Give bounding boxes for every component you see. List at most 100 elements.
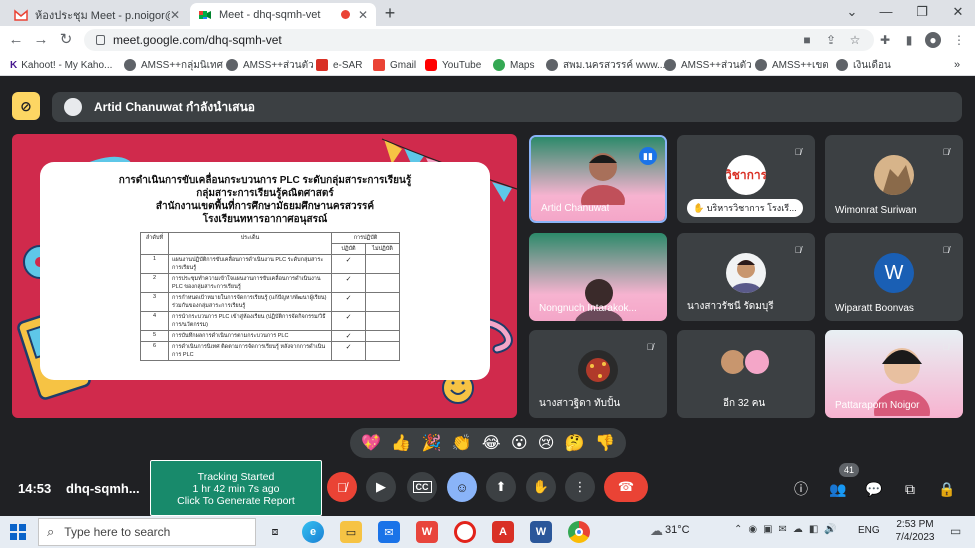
opera-browser-icon[interactable] <box>454 521 476 543</box>
reaction-laugh-button[interactable]: 😂 <box>482 433 501 453</box>
bookmark-item[interactable]: สพม.นครสวรรค์ www.... <box>546 57 668 73</box>
close-window-button[interactable]: ✕ <box>940 2 975 22</box>
participant-logo: วิชาการ <box>726 155 766 195</box>
system-tray-icons[interactable]: ⌃◉▣✉☁◧🔊 <box>734 524 843 535</box>
presentation-screen[interactable]: การดำเนินการขับเคลื่อนกระบวนการ PLC ระดั… <box>12 134 517 418</box>
bookmark-item[interactable]: AMSS++กลุ่มนิเทศ <box>124 57 223 73</box>
taskbar-search-input[interactable]: ⌕ Type here to search <box>38 518 256 546</box>
captions-button[interactable]: CC <box>407 472 437 502</box>
gmail-icon <box>373 59 385 71</box>
reactions-bar: 💖 👍 🎉 👏 😂 😮 😢 🤔 👎 <box>350 428 626 458</box>
participant-tile-more[interactable]: อีก 32 คน <box>677 330 815 418</box>
chrome-icon[interactable] <box>568 521 590 543</box>
share-icon[interactable]: ⇪ <box>823 32 839 48</box>
more-participants-label: อีก 32 คน <box>723 398 766 409</box>
participant-tile[interactable]: 🎙̸ W Wiparatt Boonvas <box>825 233 963 321</box>
weather-cloud-icon[interactable]: ☁ <box>650 523 663 539</box>
chat-button[interactable]: 💬 <box>863 478 885 500</box>
reaction-sad-button[interactable]: 😢 <box>538 433 555 453</box>
meet-header: ⊘ Artid Chanuwat กำลังนำเสนอ <box>0 76 975 126</box>
bookmark-item[interactable]: เงินเดือน <box>836 57 891 73</box>
taskbar-clock[interactable]: 2:53 PM 7/4/2023 <box>890 518 940 544</box>
edge-browser-icon[interactable]: e <box>302 521 324 543</box>
forward-arrow-icon[interactable]: → <box>31 30 51 50</box>
participant-tile[interactable]: 🎙̸ วิชาการ ✋ บริหารวิชาการ โรงเรี... <box>677 135 815 223</box>
activities-button[interactable]: ⧉ <box>899 478 921 500</box>
present-screen-button[interactable]: ⬆ <box>486 472 516 502</box>
new-tab-button[interactable]: + <box>380 3 400 24</box>
emoji-reactions-button[interactable]: ☺ <box>447 472 477 502</box>
table-row: 3 การกำหนดเป้าหมายในการจัดการเรียนรู้ (แก… <box>140 292 400 312</box>
input-language[interactable]: ENG <box>858 525 880 536</box>
reload-icon[interactable]: ↻ <box>56 30 76 50</box>
leave-call-button[interactable]: ☎ <box>604 472 648 502</box>
close-tab-icon[interactable]: ✕ <box>358 8 368 22</box>
reaction-thinking-button[interactable]: 🤔 <box>565 433 585 453</box>
bookmark-item[interactable]: YouTube <box>425 57 481 73</box>
word-icon[interactable]: W <box>530 521 552 543</box>
url-text: meet.google.com/dhq-sqmh-vet <box>113 33 282 47</box>
reaction-surprised-button[interactable]: 😮 <box>511 433 528 453</box>
participant-tile[interactable]: 🎙̸ Pattaraporn Noigor <box>825 330 963 418</box>
host-controls-button[interactable]: 🔒 <box>936 478 958 500</box>
bookmark-item[interactable]: AMSS++ส่วนตัว <box>226 57 314 73</box>
tab-meet-active[interactable]: Meet - dhq-sqmh-vet ✕ <box>190 3 376 26</box>
camera-indicator-icon[interactable]: ■ <box>799 32 815 48</box>
reaction-thumbs-up-button[interactable]: 👍 <box>391 433 411 453</box>
reaction-party-button[interactable]: 🎉 <box>422 433 442 453</box>
camera-toggle-button[interactable]: ▶ <box>366 472 396 502</box>
participant-tile[interactable]: 🎙̸ Wimonrat Suriwan <box>825 135 963 223</box>
participant-tile[interactable]: 🎙̸ นางสาวรัชนี รัดมบุรี <box>677 233 815 321</box>
minimize-button[interactable]: — <box>868 2 904 22</box>
table-header: ลำดับที่ <box>140 232 169 255</box>
wps-office-icon[interactable]: W <box>416 521 438 543</box>
tab-title: ห้องประชุม Meet - p.noigor@gmail.c <box>35 9 170 22</box>
participant-tile[interactable]: Nongnuch Intarakok... <box>529 233 667 321</box>
participant-name: ✋ บริหารวิชาการ โรงเรี... <box>687 199 803 217</box>
restore-button[interactable]: ❐ <box>904 2 940 22</box>
weather-temperature[interactable]: 31°C <box>665 524 690 536</box>
address-bar[interactable]: meet.google.com/dhq-sqmh-vet <box>84 29 874 51</box>
reaction-thumbs-down-button[interactable]: 👎 <box>595 433 615 453</box>
bookmark-item[interactable]: e-SAR <box>316 57 362 73</box>
maps-pin-icon <box>493 59 505 71</box>
mic-toggle-button[interactable]: 🎙̸ <box>327 472 357 502</box>
host-controls-icon[interactable]: ⊘ <box>12 92 40 120</box>
tab-meet-room[interactable]: ห้องประชุม Meet - p.noigor@gmail.c ✕ <box>6 3 188 26</box>
participant-tile[interactable]: ▮▮ Artid Chanuwat <box>529 135 667 223</box>
raise-hand-button[interactable]: ✋ <box>526 472 556 502</box>
bookmark-item[interactable]: AMSS++เขต <box>755 57 829 73</box>
bookmarks-overflow-icon[interactable]: » <box>954 57 960 73</box>
more-options-button[interactable]: ⋮ <box>565 472 595 502</box>
people-button[interactable]: 👥 <box>827 478 849 500</box>
bookmark-item[interactable]: Maps <box>493 57 534 73</box>
reaction-heart-button[interactable]: 💖 <box>361 433 381 453</box>
presenting-banner: Artid Chanuwat กำลังนำเสนอ <box>52 92 962 122</box>
browser-menu-icon[interactable]: ⋮ <box>951 32 967 48</box>
bookmark-item[interactable]: K Kahoot! - My Kaho... <box>10 57 112 73</box>
extensions-puzzle-icon[interactable]: ✚ <box>877 32 893 48</box>
acrobat-reader-icon[interactable]: A <box>492 521 514 543</box>
close-tab-icon[interactable]: ✕ <box>170 8 180 22</box>
tracking-report-button[interactable]: Tracking Started 1 hr 42 min 7s ago Clic… <box>150 460 322 516</box>
meeting-code[interactable]: dhq-sqmh... <box>66 481 140 496</box>
mail-icon[interactable]: ✉ <box>378 521 400 543</box>
file-explorer-icon[interactable]: ▭ <box>340 521 362 543</box>
bookmark-star-icon[interactable]: ☆ <box>847 32 863 48</box>
task-view-icon[interactable]: ⧈ <box>264 521 286 543</box>
profile-avatar[interactable]: ● <box>925 32 941 48</box>
bookmark-item[interactable]: AMSS++ส่วนตัว <box>664 57 752 73</box>
participant-photo <box>874 155 914 195</box>
reaction-clap-button[interactable]: 👏 <box>452 433 472 453</box>
meeting-info-button[interactable]: ⓘ <box>790 478 812 500</box>
side-panel-icon[interactable]: ▮ <box>901 32 917 48</box>
notifications-icon[interactable]: ▭ <box>950 524 961 538</box>
participant-tile[interactable]: 🎙̸ นางสาวฐิดา ทับปั้น <box>529 330 667 418</box>
back-arrow-icon[interactable]: ← <box>6 30 26 50</box>
participant-photo <box>578 350 618 390</box>
tab-search-dropdown-icon[interactable]: ⌄ <box>834 2 870 22</box>
globe-icon <box>546 59 558 71</box>
windows-start-icon[interactable] <box>10 524 26 540</box>
avatar <box>64 98 82 116</box>
bookmark-item[interactable]: Gmail <box>373 57 416 73</box>
